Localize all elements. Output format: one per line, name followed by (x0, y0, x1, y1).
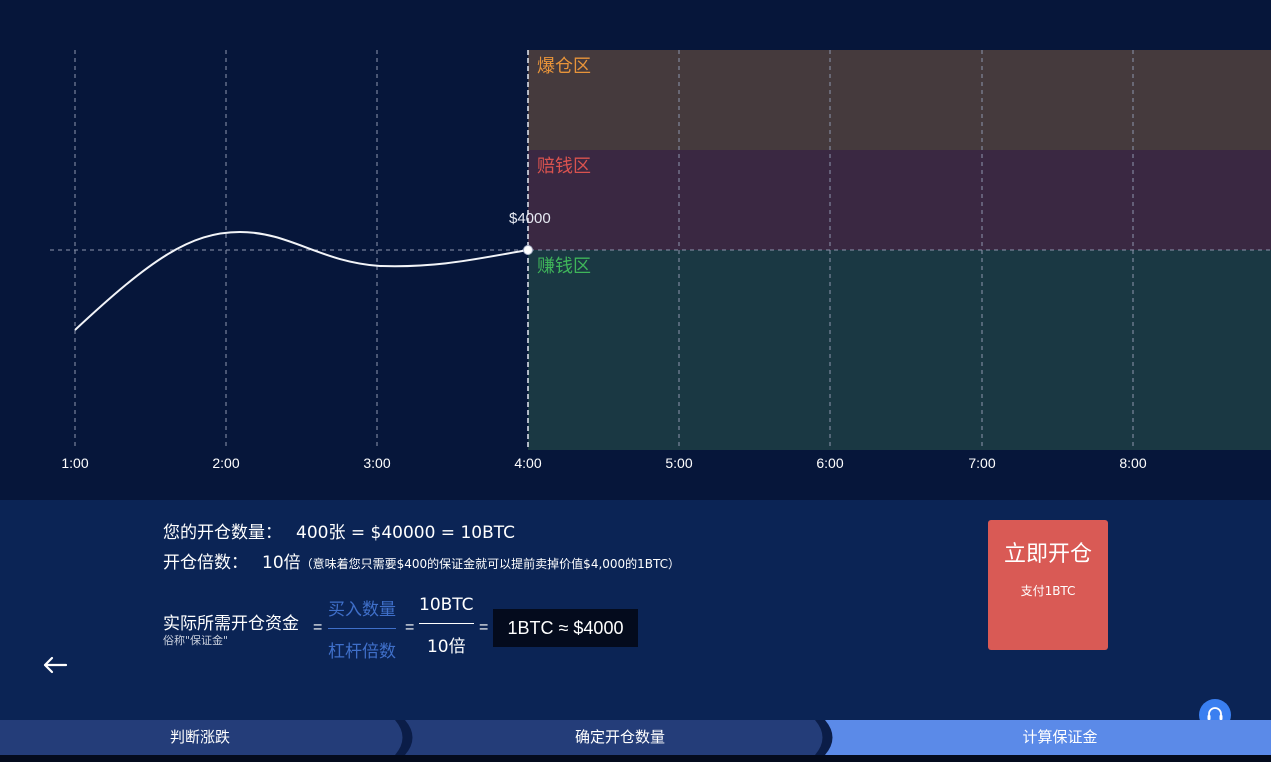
x-tick-label: 1:00 (61, 455, 89, 471)
x-tick-label: 7:00 (968, 455, 996, 471)
leverage-note: （意味着您只需要$400的保证金就可以提前卖掉价值$4,000的1BTC） (300, 557, 681, 571)
open-position-label: 立即开仓 (1003, 542, 1092, 567)
step-progress-bar: 判断涨跌 确定开仓数量 计算保证金 (0, 720, 1271, 755)
fraction-denominator: 10倍 (426, 637, 466, 657)
chart-svg (50, 50, 1271, 450)
quantity-line: 您的开仓数量： 400张 = $40000 = 10BTC (163, 518, 515, 543)
formula-fraction-values: 10BTC 10倍 (419, 595, 474, 657)
step-2-label[interactable]: 确定开仓数量 (575, 720, 665, 755)
leverage-value: 10倍 (262, 553, 301, 573)
margin-result: 1BTC ≈ $4000 (493, 609, 638, 647)
x-tick-label: 2:00 (212, 455, 240, 471)
x-tick-label: 5:00 (665, 455, 693, 471)
fraction-numerator: 10BTC (419, 595, 474, 615)
liquidation-zone (528, 50, 1271, 150)
open-position-sublabel: 支付1BTC (1020, 584, 1076, 598)
loss-zone (528, 150, 1271, 250)
equals-sign: = (313, 619, 323, 636)
leverage-label: 开仓倍数： (163, 553, 248, 573)
margin-formula: 实际所需开仓资金 俗称"保证金" = 买入数量 杠杆倍数 = 10BTC 10倍… (163, 595, 663, 665)
fraction-numerator: 买入数量 (328, 600, 396, 620)
info-panel: 您的开仓数量： 400张 = $40000 = 10BTC 开仓倍数： 10倍（意味… (0, 500, 1271, 731)
x-tick-label: 8:00 (1119, 455, 1147, 471)
formula-fraction-generic: 买入数量 杠杆倍数 (328, 595, 396, 662)
quantity-value: 400张 = $40000 = 10BTC (296, 523, 515, 543)
fraction-denominator: 杠杆倍数 (328, 642, 396, 662)
back-arrow-icon[interactable] (40, 650, 70, 680)
step-3-label[interactable]: 计算保证金 (1022, 720, 1097, 755)
quantity-label: 您的开仓数量： (163, 523, 282, 543)
step-1-label[interactable]: 判断涨跌 (170, 720, 230, 755)
price-curve (74, 230, 529, 331)
equals-sign: = (479, 619, 489, 636)
x-tick-label: 4:00 (514, 455, 542, 471)
bottom-strip (0, 755, 1271, 762)
x-tick-label: 6:00 (816, 455, 844, 471)
price-chart: 爆仓区 赔钱区 赚钱区 $4000 1:00 2:00 3:00 4:00 5:… (0, 0, 1271, 500)
x-tick-label: 3:00 (363, 455, 391, 471)
formula-title: 实际所需开仓资金 (163, 614, 299, 634)
current-price-label: $4000 (509, 210, 551, 227)
zone-label-liquidation: 爆仓区 (537, 56, 591, 77)
profit-zone (528, 250, 1271, 450)
current-price-dot (523, 245, 533, 255)
zone-label-profit: 赚钱区 (537, 256, 591, 277)
open-position-button[interactable]: 立即开仓 支付1BTC (988, 520, 1108, 650)
leverage-line: 开仓倍数： 10倍（意味着您只需要$400的保证金就可以提前卖掉价值$4,000的… (163, 548, 680, 573)
equals-sign: = (405, 619, 415, 636)
formula-subtitle: 俗称"保证金" (163, 634, 229, 647)
zone-label-loss: 赔钱区 (537, 156, 591, 177)
